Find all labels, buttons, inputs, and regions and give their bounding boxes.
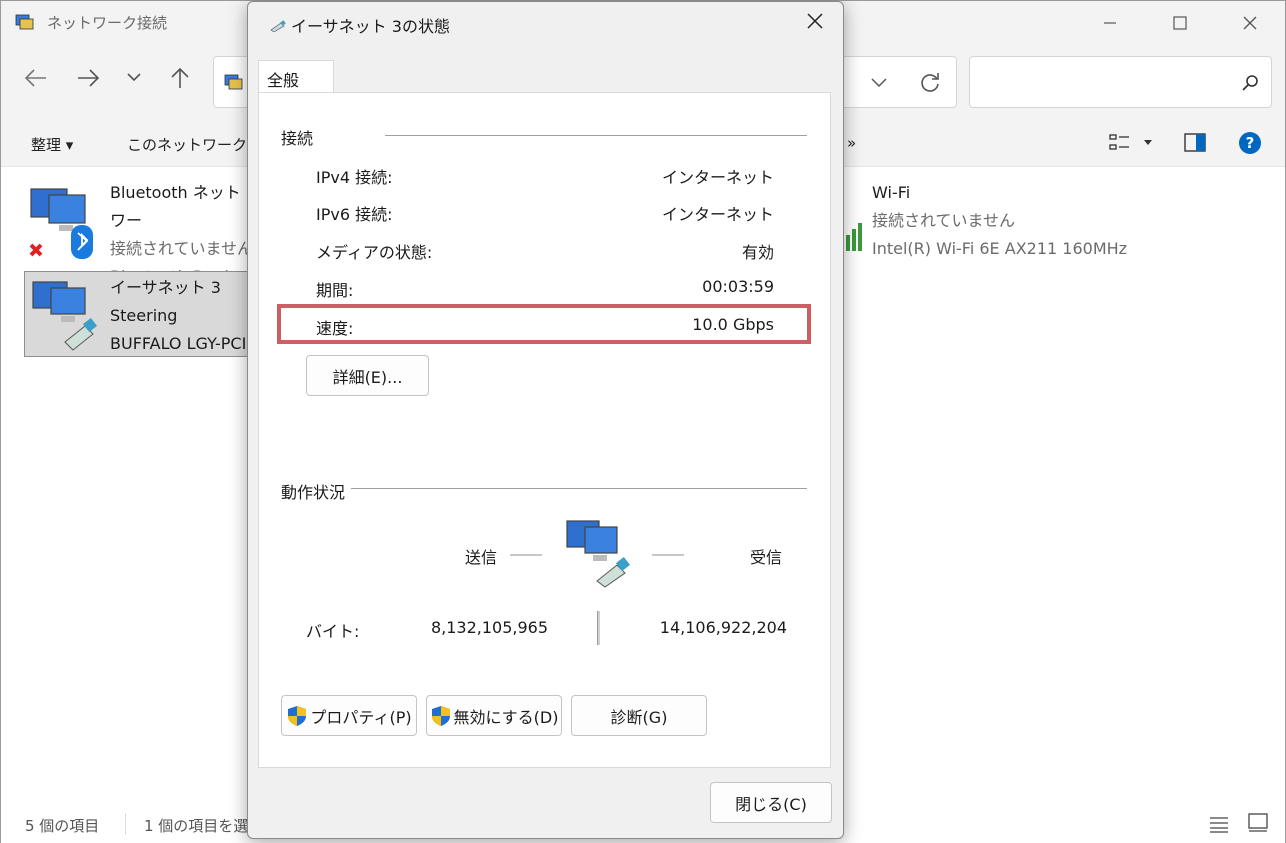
svg-text:?: ?	[1246, 134, 1255, 152]
status-divider	[125, 813, 126, 835]
bytes-received-value: 14,106,922,204	[659, 618, 787, 637]
organize-menu[interactable]: 整理 ▾	[31, 134, 73, 155]
view-options-icon[interactable]	[1109, 133, 1131, 153]
item-device: Intel(R) Wi-Fi 6E AX211 160MHz	[872, 239, 1128, 258]
refresh-icon[interactable]	[918, 70, 942, 94]
minimize-button[interactable]	[1075, 1, 1145, 45]
arrow-up-icon	[171, 67, 189, 88]
more-commands-button[interactable]: »	[847, 134, 856, 152]
chevron-down-icon	[127, 73, 141, 82]
item-status: 接続されていません	[872, 211, 1016, 230]
close-icon	[807, 13, 823, 29]
network-activity-icon	[566, 520, 631, 588]
minimize-icon	[1104, 22, 1116, 24]
maximize-icon	[1173, 16, 1187, 30]
general-tab-panel: 接続 IPv4 接続: インターネット IPv6 接続: インターネット メディ…	[258, 92, 831, 768]
properties-button[interactable]: プロパティ(P)	[281, 695, 417, 736]
list-item-bluetooth[interactable]: Bluetooth ネットワー 接続されていません Bluetooth Devi…	[25, 177, 255, 286]
details-view-icon[interactable]	[1209, 815, 1229, 833]
group-divider	[349, 488, 807, 489]
close-button[interactable]: 閉じる(C)	[710, 782, 832, 823]
details-button[interactable]: 詳細(E)...	[306, 355, 429, 396]
duration-value: 00:03:59	[702, 277, 774, 296]
item-status: Steering	[110, 306, 178, 325]
uac-shield-icon	[288, 705, 307, 726]
item-name: イーサネット 3	[110, 278, 221, 297]
disable-label: 無効にする(D)	[453, 707, 559, 727]
arrow-right-icon	[78, 69, 100, 87]
received-activity-line	[652, 554, 684, 556]
network-folder-icon	[224, 74, 243, 90]
forward-button[interactable]	[73, 67, 103, 95]
properties-label: プロパティ(P)	[310, 707, 412, 727]
diagnose-button[interactable]: 診断(G)	[571, 695, 707, 736]
item-name: Wi-Fi	[872, 183, 911, 202]
bytes-sent-value: 8,132,105,965	[430, 618, 548, 637]
list-item-wifi[interactable]: Wi-Fi 接続されていません Intel(R) Wi-Fi 6E AX211 …	[845, 177, 1165, 265]
activity-group-title: 動作状況	[281, 479, 352, 503]
network-computer-icon	[29, 188, 93, 259]
wifi-signal-icon	[846, 223, 862, 251]
connection-group-title: 接続	[281, 125, 320, 149]
close-window-button[interactable]	[1215, 1, 1285, 45]
sent-activity-line	[510, 554, 542, 556]
search-input[interactable]	[969, 56, 1272, 108]
media-state-value: 有効	[741, 243, 774, 262]
group-divider	[385, 135, 807, 136]
recent-locations-button[interactable]	[119, 67, 149, 95]
tab-general[interactable]: 全般	[258, 60, 334, 94]
ipv4-label: IPv4 接続:	[316, 168, 393, 187]
back-button[interactable]	[21, 67, 51, 95]
chevron-down-icon[interactable]	[870, 74, 888, 90]
uac-shield-icon	[431, 705, 450, 726]
tiles-view-icon[interactable]	[1248, 813, 1268, 833]
ethernet-cable-icon	[270, 20, 286, 32]
connection-menu[interactable]: このネットワーク デ	[127, 134, 267, 155]
ipv6-value: インターネット	[661, 205, 774, 224]
list-item-ethernet-3[interactable]: イーサネット 3 Steering BUFFALO LGY-PCI	[24, 271, 250, 357]
item-count: 5 個の項目	[25, 817, 100, 835]
received-label: 受信	[750, 548, 783, 567]
media-state-label: メディアの状態:	[316, 243, 433, 262]
ethernet-status-dialog: イーサネット 3の状態 全般 接続 IPv4 接続: インターネット IPv6 …	[247, 1, 844, 839]
dialog-titlebar: イーサネット 3の状態	[248, 2, 843, 46]
network-folder-icon	[15, 14, 34, 30]
maximize-button[interactable]	[1145, 1, 1215, 45]
sent-label: 送信	[465, 548, 498, 567]
speed-highlight-box	[277, 304, 811, 344]
up-button[interactable]	[165, 67, 195, 95]
chevron-down-icon[interactable]	[1143, 139, 1153, 147]
ipv4-value: インターネット	[661, 168, 774, 187]
explorer-title: ネットワーク接続	[47, 14, 168, 32]
arrow-left-icon	[24, 69, 46, 87]
bytes-divider	[597, 611, 600, 645]
preview-pane-icon[interactable]	[1184, 133, 1206, 153]
bytes-label: バイト:	[306, 622, 360, 641]
ipv6-label: IPv6 接続:	[316, 205, 393, 224]
close-icon	[1243, 16, 1257, 30]
item-name: Bluetooth ネットワー	[110, 183, 241, 230]
duration-label: 期間:	[316, 281, 354, 300]
item-status: 接続されていません	[110, 239, 254, 258]
help-icon[interactable]: ?	[1238, 131, 1262, 155]
item-device: BUFFALO LGY-PCI	[110, 334, 247, 353]
ethernet-adapter-icon	[32, 281, 98, 351]
disable-button[interactable]: 無効にする(D)	[426, 695, 562, 736]
selected-count: 1 個の項目を選	[144, 817, 249, 835]
dialog-title: イーサネット 3の状態	[291, 17, 450, 36]
dialog-close-button[interactable]	[801, 10, 829, 38]
search-icon	[1242, 75, 1258, 91]
